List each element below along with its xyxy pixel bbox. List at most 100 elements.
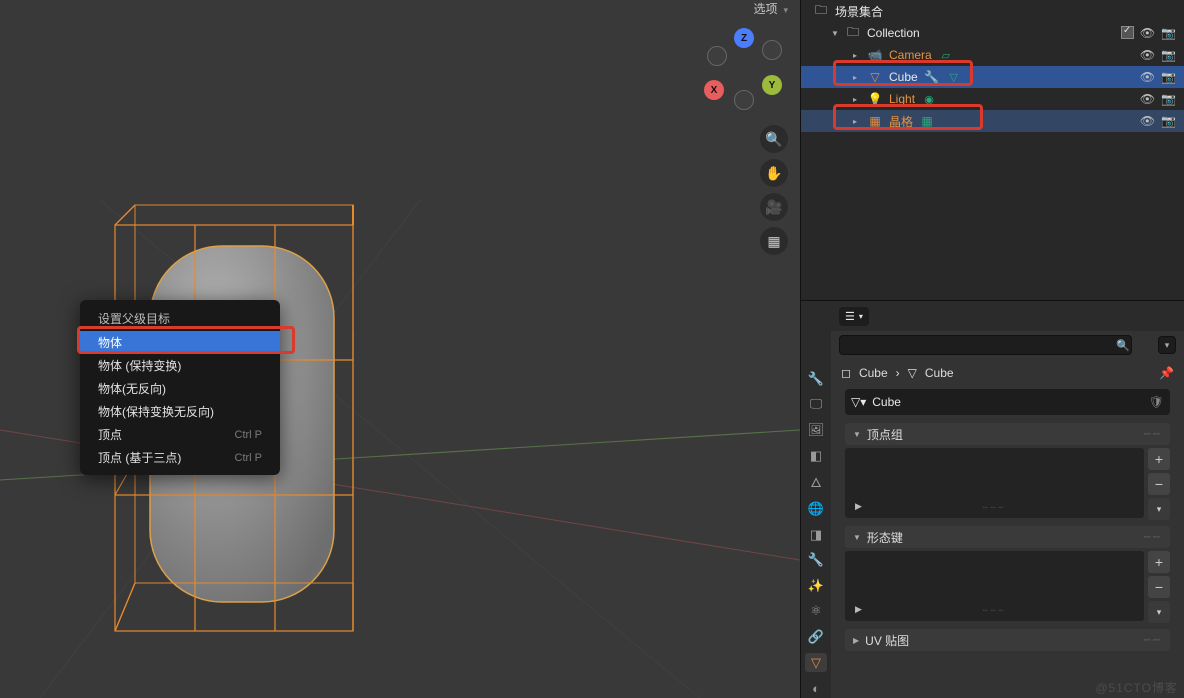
outliner-scene-collection[interactable]: 🗀 场景集合 xyxy=(801,0,1184,22)
disclosure-triangle-icon[interactable]: ▸ xyxy=(853,51,861,60)
section-header[interactable]: ▼ 顶点组 ┄┄ xyxy=(845,423,1170,445)
menu-item-label: 顶点 xyxy=(98,426,122,443)
parent-menu-item-object-keep-no-inverse[interactable]: 物体(保持变换无反向) xyxy=(80,400,280,423)
collection-exclude-checkbox[interactable] xyxy=(1121,26,1134,39)
outliner-item-label: Cube xyxy=(889,70,918,84)
outliner-item-lattice[interactable]: ▸ ▦ 晶格 ▦ 👁 📷 xyxy=(801,110,1184,132)
eye-icon[interactable]: 👁 xyxy=(1140,114,1155,128)
datablock-name[interactable]: Cube xyxy=(872,395,901,409)
parent-menu-item-object-keep-transform[interactable]: 物体 (保持变换) xyxy=(80,354,280,377)
disclosure-triangle-icon[interactable]: ▸ xyxy=(853,95,861,104)
add-button[interactable]: + xyxy=(1148,448,1170,470)
properties-search-input[interactable] xyxy=(839,335,1132,355)
camera-render-icon[interactable]: 📷 xyxy=(1161,92,1176,106)
outliner-item-cube[interactable]: ▸ ▽ Cube 🔧 ▽ 👁 📷 xyxy=(801,66,1184,88)
pin-icon[interactable]: 📌 xyxy=(1159,366,1174,380)
outliner-panel[interactable]: 🗀 场景集合 ▼ 🗀 Collection 👁 📷 ▸ 📹 Camera ▱ 👁… xyxy=(800,0,1184,300)
remove-button[interactable]: − xyxy=(1148,473,1170,495)
camera-render-icon[interactable]: 📷 xyxy=(1161,26,1176,40)
properties-breadcrumb: ◻ Cube › ▽ Cube 📌 xyxy=(831,359,1184,387)
disclosure-triangle-icon[interactable]: ▼ xyxy=(853,533,861,542)
camera-render-icon[interactable]: 📷 xyxy=(1161,70,1176,84)
specials-menu-button[interactable]: ▾ xyxy=(1148,601,1170,623)
resize-grip-icon[interactable]: ┄┄┄ xyxy=(983,503,1006,512)
outliner-collection[interactable]: ▼ 🗀 Collection 👁 📷 xyxy=(801,22,1184,44)
gizmo-x-axis[interactable]: X xyxy=(704,80,724,100)
outliner-item-camera[interactable]: ▸ 📹 Camera ▱ 👁 📷 xyxy=(801,44,1184,66)
outliner-item-label: Light xyxy=(889,92,915,106)
pan-tool-icon[interactable]: ✋ xyxy=(760,159,788,187)
vertex-groups-list[interactable]: ▶ ┄┄┄ + − ▾ xyxy=(845,448,1144,518)
parent-menu-item-object[interactable]: 物体 xyxy=(80,331,280,354)
properties-header: ☰ ▾ xyxy=(831,301,1184,331)
disclosure-triangle-icon[interactable]: ▼ xyxy=(831,29,839,38)
camera-render-icon[interactable]: 📷 xyxy=(1161,114,1176,128)
tab-physics-icon[interactable]: ⚛ xyxy=(805,602,827,622)
outliner-item-light[interactable]: ▸ 💡 Light ◉ 👁 📷 xyxy=(801,88,1184,110)
datablock-name-field[interactable]: ▽▾ Cube 🛡 xyxy=(845,389,1170,415)
tab-modifier-icon[interactable]: 🔧 xyxy=(805,550,827,570)
parent-menu-item-vertex[interactable]: 顶点 Ctrl P xyxy=(80,423,280,446)
section-title: 顶点组 xyxy=(867,426,903,443)
section-header[interactable]: ▶ UV 贴图 ┄┄ xyxy=(845,629,1170,651)
tab-constraint-icon[interactable]: 🔗 xyxy=(805,627,827,647)
tab-scene-icon[interactable]: 🜂 xyxy=(805,471,827,493)
watermark-text: @51CTO博客 xyxy=(1095,679,1178,696)
chevron-down-icon xyxy=(781,2,788,16)
zoom-tool-icon[interactable]: 🔍 xyxy=(760,125,788,153)
breadcrumb-data[interactable]: Cube xyxy=(925,366,954,380)
eye-icon[interactable]: 👁 xyxy=(1140,26,1155,40)
properties-panel: 🔧 🖵 🖼 ◧ 🜂 🌐 ◨ 🔧 ✨ ⚛ 🔗 ▽ ◐ ☰ ▾ 🔍 ▾ ◻ Cube… xyxy=(800,300,1184,698)
menu-item-label: 物体(保持变换无反向) xyxy=(98,403,214,420)
tab-object-icon[interactable]: ◨ xyxy=(805,525,827,545)
camera-view-icon[interactable]: 🎥 xyxy=(760,193,788,221)
camera-render-icon[interactable]: 📷 xyxy=(1161,48,1176,62)
context-menu-title: 设置父级目标 xyxy=(80,306,280,331)
tab-material-icon[interactable]: ◐ xyxy=(805,678,827,698)
nav-gizmo[interactable]: Z Y X xyxy=(704,30,784,110)
options-label: 选项 xyxy=(753,0,777,17)
tab-output-icon[interactable]: 🖼 xyxy=(805,420,827,440)
parent-menu-item-object-no-inverse[interactable]: 物体(无反向) xyxy=(80,377,280,400)
gizmo-z-axis[interactable]: Z xyxy=(734,28,754,48)
tab-world-icon[interactable]: 🌐 xyxy=(805,499,827,519)
properties-options-button[interactable]: ▾ xyxy=(1158,336,1176,354)
gizmo-neg-x[interactable] xyxy=(762,40,782,60)
disclosure-triangle-icon[interactable]: ▼ xyxy=(853,430,861,439)
properties-body: ☰ ▾ 🔍 ▾ ◻ Cube › ▽ Cube 📌 ▽▾ Cube 🛡 ▼ 顶点… xyxy=(831,301,1184,698)
parent-menu-item-vertex-tri[interactable]: 顶点 (基于三点) Ctrl P xyxy=(80,446,280,469)
breadcrumb-object[interactable]: Cube xyxy=(859,366,888,380)
outliner-item-label: Camera xyxy=(889,48,932,62)
editor-type-selector[interactable]: ☰ ▾ xyxy=(839,307,869,326)
fake-user-icon[interactable]: 🛡 xyxy=(1149,395,1164,409)
shape-keys-list[interactable]: ▶ ┄┄┄ + − ▾ xyxy=(845,551,1144,621)
disclosure-triangle-icon[interactable]: ▶ xyxy=(853,636,859,645)
remove-button[interactable]: − xyxy=(1148,576,1170,598)
add-button[interactable]: + xyxy=(1148,551,1170,573)
eye-icon[interactable]: 👁 xyxy=(1140,48,1155,62)
disclosure-triangle-icon[interactable]: ▸ xyxy=(853,73,861,82)
tab-render-icon[interactable]: 🖵 xyxy=(805,395,827,415)
collection-icon: 🗀 xyxy=(845,25,861,41)
mesh-data-icon: ▽ xyxy=(946,69,962,85)
gizmo-neg-z[interactable] xyxy=(734,90,754,110)
viewport-options-dropdown[interactable]: 选项 xyxy=(753,0,788,17)
specials-menu-button[interactable]: ▾ xyxy=(1148,498,1170,520)
eye-icon[interactable]: 👁 xyxy=(1140,92,1155,106)
properties-tab-strip: 🔧 🖵 🖼 ◧ 🜂 🌐 ◨ 🔧 ✨ ⚛ 🔗 ▽ ◐ xyxy=(801,301,831,698)
section-header[interactable]: ▼ 形态键 ┄┄ xyxy=(845,526,1170,548)
tab-viewlayer-icon[interactable]: ◧ xyxy=(805,446,827,466)
perspective-toggle-icon[interactable]: ▦ xyxy=(760,227,788,255)
tab-data-icon[interactable]: ▽ xyxy=(805,653,827,673)
section-shape-keys: ▼ 形态键 ┄┄ ▶ ┄┄┄ + − ▾ xyxy=(845,526,1170,621)
resize-grip-icon[interactable]: ┄┄┄ xyxy=(983,606,1006,615)
menu-item-shortcut: Ctrl P xyxy=(235,429,263,441)
eye-icon[interactable]: 👁 xyxy=(1140,70,1155,84)
camera-object-icon: 📹 xyxy=(867,47,883,63)
gizmo-y-axis[interactable]: Y xyxy=(762,75,782,95)
disclosure-triangle-icon[interactable]: ▸ xyxy=(853,117,861,126)
gizmo-neg-y[interactable] xyxy=(707,46,727,66)
tab-tool-icon[interactable]: 🔧 xyxy=(805,369,827,389)
tab-particle-icon[interactable]: ✨ xyxy=(805,576,827,596)
grip-icon: ┄┄ xyxy=(1144,633,1162,647)
